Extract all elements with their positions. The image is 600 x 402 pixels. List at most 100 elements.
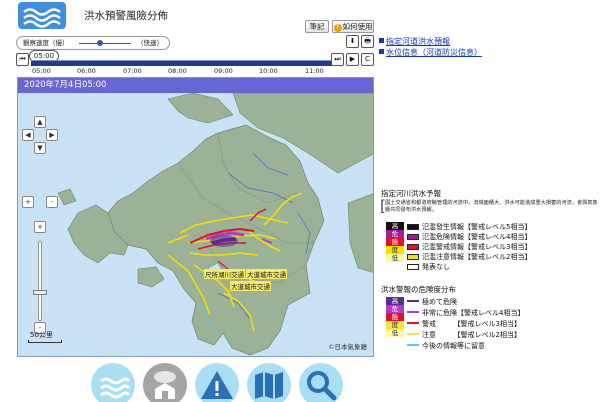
legend-label: 極めて危険 — [422, 298, 457, 306]
legend-rivers-title: 指定河川洪水予報 — [381, 189, 441, 198]
legend-label: 氾濫發生情報【警戒レベル5相当】 — [422, 223, 532, 231]
kyushu-map[interactable] — [18, 93, 374, 357]
flood-waves-icon — [100, 377, 131, 399]
map-land — [57, 188, 77, 206]
timeline-tick: 05:00 — [32, 67, 51, 75]
scale-char: 危 — [386, 230, 404, 238]
play-button[interactable]: ▶ — [346, 53, 359, 66]
link-bullet-icon — [379, 49, 384, 54]
nav-search-button[interactable] — [299, 363, 343, 402]
timeline-tick: 10:00 — [259, 67, 278, 75]
map-place-label: 大道城市交通 — [230, 281, 271, 291]
scale-char: 險 — [386, 313, 404, 321]
speed-slider-track[interactable] — [79, 43, 131, 44]
water-level-link-label: 水位信息（河道防災信息） — [386, 48, 482, 57]
legend-risk-title: 洪水警報の危険度分布 — [381, 285, 456, 294]
legend-line — [407, 333, 419, 335]
timeline-tick: 11:00 — [305, 67, 324, 75]
legend-label: 氾濫警戒情報【警戒レベル3相当】 — [422, 243, 532, 251]
nav-rain-button[interactable] — [143, 363, 187, 402]
map-attribution: ©日本氣象廳 — [328, 343, 367, 351]
scale-low: 低 — [386, 329, 404, 337]
nav-flood-button[interactable] — [91, 363, 135, 402]
legend-row: 発表なし — [407, 263, 450, 271]
legend-swatch — [407, 244, 419, 250]
speed-fast-label: （快速） — [137, 39, 163, 47]
flood-risk-map[interactable]: 2020年7月4日05:00 ▲ ◀ ▶ ▼ + - + - 50公里 ©日本氣… — [17, 77, 374, 357]
legend-label: 今後の情報等に留意 — [422, 342, 485, 350]
map-icon — [255, 372, 283, 399]
map-land — [137, 266, 165, 288]
page-title: 洪水預警風險分佈 — [84, 10, 168, 22]
pan-right-button[interactable]: ▶ — [46, 129, 58, 141]
pan-out-button[interactable]: - — [46, 196, 58, 208]
legend-line — [407, 300, 419, 302]
legend-label: 非常に危険【警戒レベル4相当】 — [422, 309, 525, 317]
zoom-slider-track[interactable] — [38, 241, 42, 321]
download-button[interactable]: ⬇ — [346, 35, 359, 48]
speed-slow-label: 觀察速度（慢） — [23, 39, 69, 47]
map-land — [347, 193, 373, 273]
map-land — [167, 93, 234, 124]
flood-risk-page: 洪水預警風險分佈 筆記 ? 如何使用 觀察速度（慢） （快速） ⬇ 🖶 ⏮ 05:… — [0, 0, 600, 402]
legend-row: 氾濫危険情報【警戒レベル4相当】 — [407, 233, 531, 241]
pan-in-button[interactable]: + — [22, 196, 34, 208]
legend-label: 注意 【警戒レベル2相当】 — [422, 331, 521, 339]
legend-line — [407, 344, 419, 346]
rain-gauge-icon — [154, 371, 176, 399]
search-icon — [307, 371, 337, 401]
pan-left-button[interactable]: ◀ — [22, 129, 34, 141]
zoom-in-button[interactable]: + — [34, 221, 46, 233]
map-place-label: 大道城市交通 — [246, 269, 287, 279]
print-button[interactable]: 🖶 — [361, 35, 374, 48]
legend-rivers-scale: 高 危 險 度 低 — [386, 222, 404, 262]
speed-slider-handle[interactable] — [96, 40, 103, 46]
step-forward-button[interactable]: ⏭ — [331, 53, 344, 66]
help-button[interactable]: ? 如何使用 — [332, 20, 374, 33]
zoom-slider-handle[interactable] — [33, 290, 47, 295]
scale-char: 度 — [386, 246, 404, 254]
nav-map-button[interactable] — [247, 363, 291, 402]
scale-high: 高 — [386, 222, 404, 230]
pan-down-button[interactable]: ▼ — [34, 142, 46, 154]
legend-row: 氾濫警戒情報【警戒レベル3相当】 — [407, 243, 531, 251]
map-place-label: 尺所湖川交通 — [204, 269, 245, 279]
legend-row: 注意 【警戒レベル2相当】 — [407, 331, 521, 339]
legend-label: 発表なし — [422, 263, 450, 271]
water-level-link[interactable]: 水位信息（河道防災信息） — [379, 47, 482, 58]
legend-line — [407, 311, 419, 313]
legend-row: 警戒 【警戒レベル3相当】 — [407, 320, 521, 328]
pan-up-button[interactable]: ▲ — [34, 116, 46, 128]
nav-warning-button[interactable] — [195, 363, 239, 402]
legend-row: 氾濫發生情報【警戒レベル5相当】 — [407, 223, 531, 231]
memo-button[interactable]: 筆記 — [305, 20, 329, 33]
legend-label: 警戒 【警戒レベル3相当】 — [422, 320, 521, 328]
scale-char: 險 — [386, 238, 404, 246]
legend-swatch — [407, 254, 419, 260]
legend-swatch — [407, 264, 419, 270]
scale-char: 危 — [386, 305, 404, 313]
legend-row: 氾濫注意情報【警戒レベル2相当】 — [407, 253, 531, 261]
legend-row: 極めて危険 — [407, 298, 457, 306]
scale-char: 度 — [386, 321, 404, 329]
legend-swatch — [407, 224, 419, 230]
map-datetime: 2020年7月4日05:00 — [18, 78, 373, 93]
legend-row: 今後の情報等に留意 — [407, 342, 485, 350]
timeline-track[interactable] — [31, 60, 337, 66]
scale-high: 高 — [386, 297, 404, 305]
timeline-tick: 08:00 — [168, 67, 187, 75]
legend-row: 非常に危険【警戒レベル4相当】 — [407, 309, 524, 317]
legend-label: 氾濫危険情報【警戒レベル4相当】 — [422, 233, 532, 241]
legend-rivers-note: 國土交通省和都道府縣管理的河流中，流域面積大、洪水可能造成重大損害的河流，會與氣… — [385, 200, 598, 213]
playback-speed-control: 觀察速度（慢） （快速） — [16, 36, 170, 50]
flood-forecast-link[interactable]: 指定河道洪水預報 — [379, 36, 450, 47]
refresh-button[interactable]: C — [361, 53, 374, 66]
timeline-tick: 09:00 — [214, 67, 233, 75]
warning-triangle-icon — [201, 371, 233, 399]
help-icon: ? — [333, 24, 342, 32]
app-logo[interactable] — [18, 2, 66, 29]
timeline-tick: 06:00 — [77, 67, 96, 75]
legend-swatch — [407, 234, 419, 240]
rewind-button[interactable]: ⏮ — [16, 53, 29, 66]
map-scale-bar — [28, 340, 62, 343]
